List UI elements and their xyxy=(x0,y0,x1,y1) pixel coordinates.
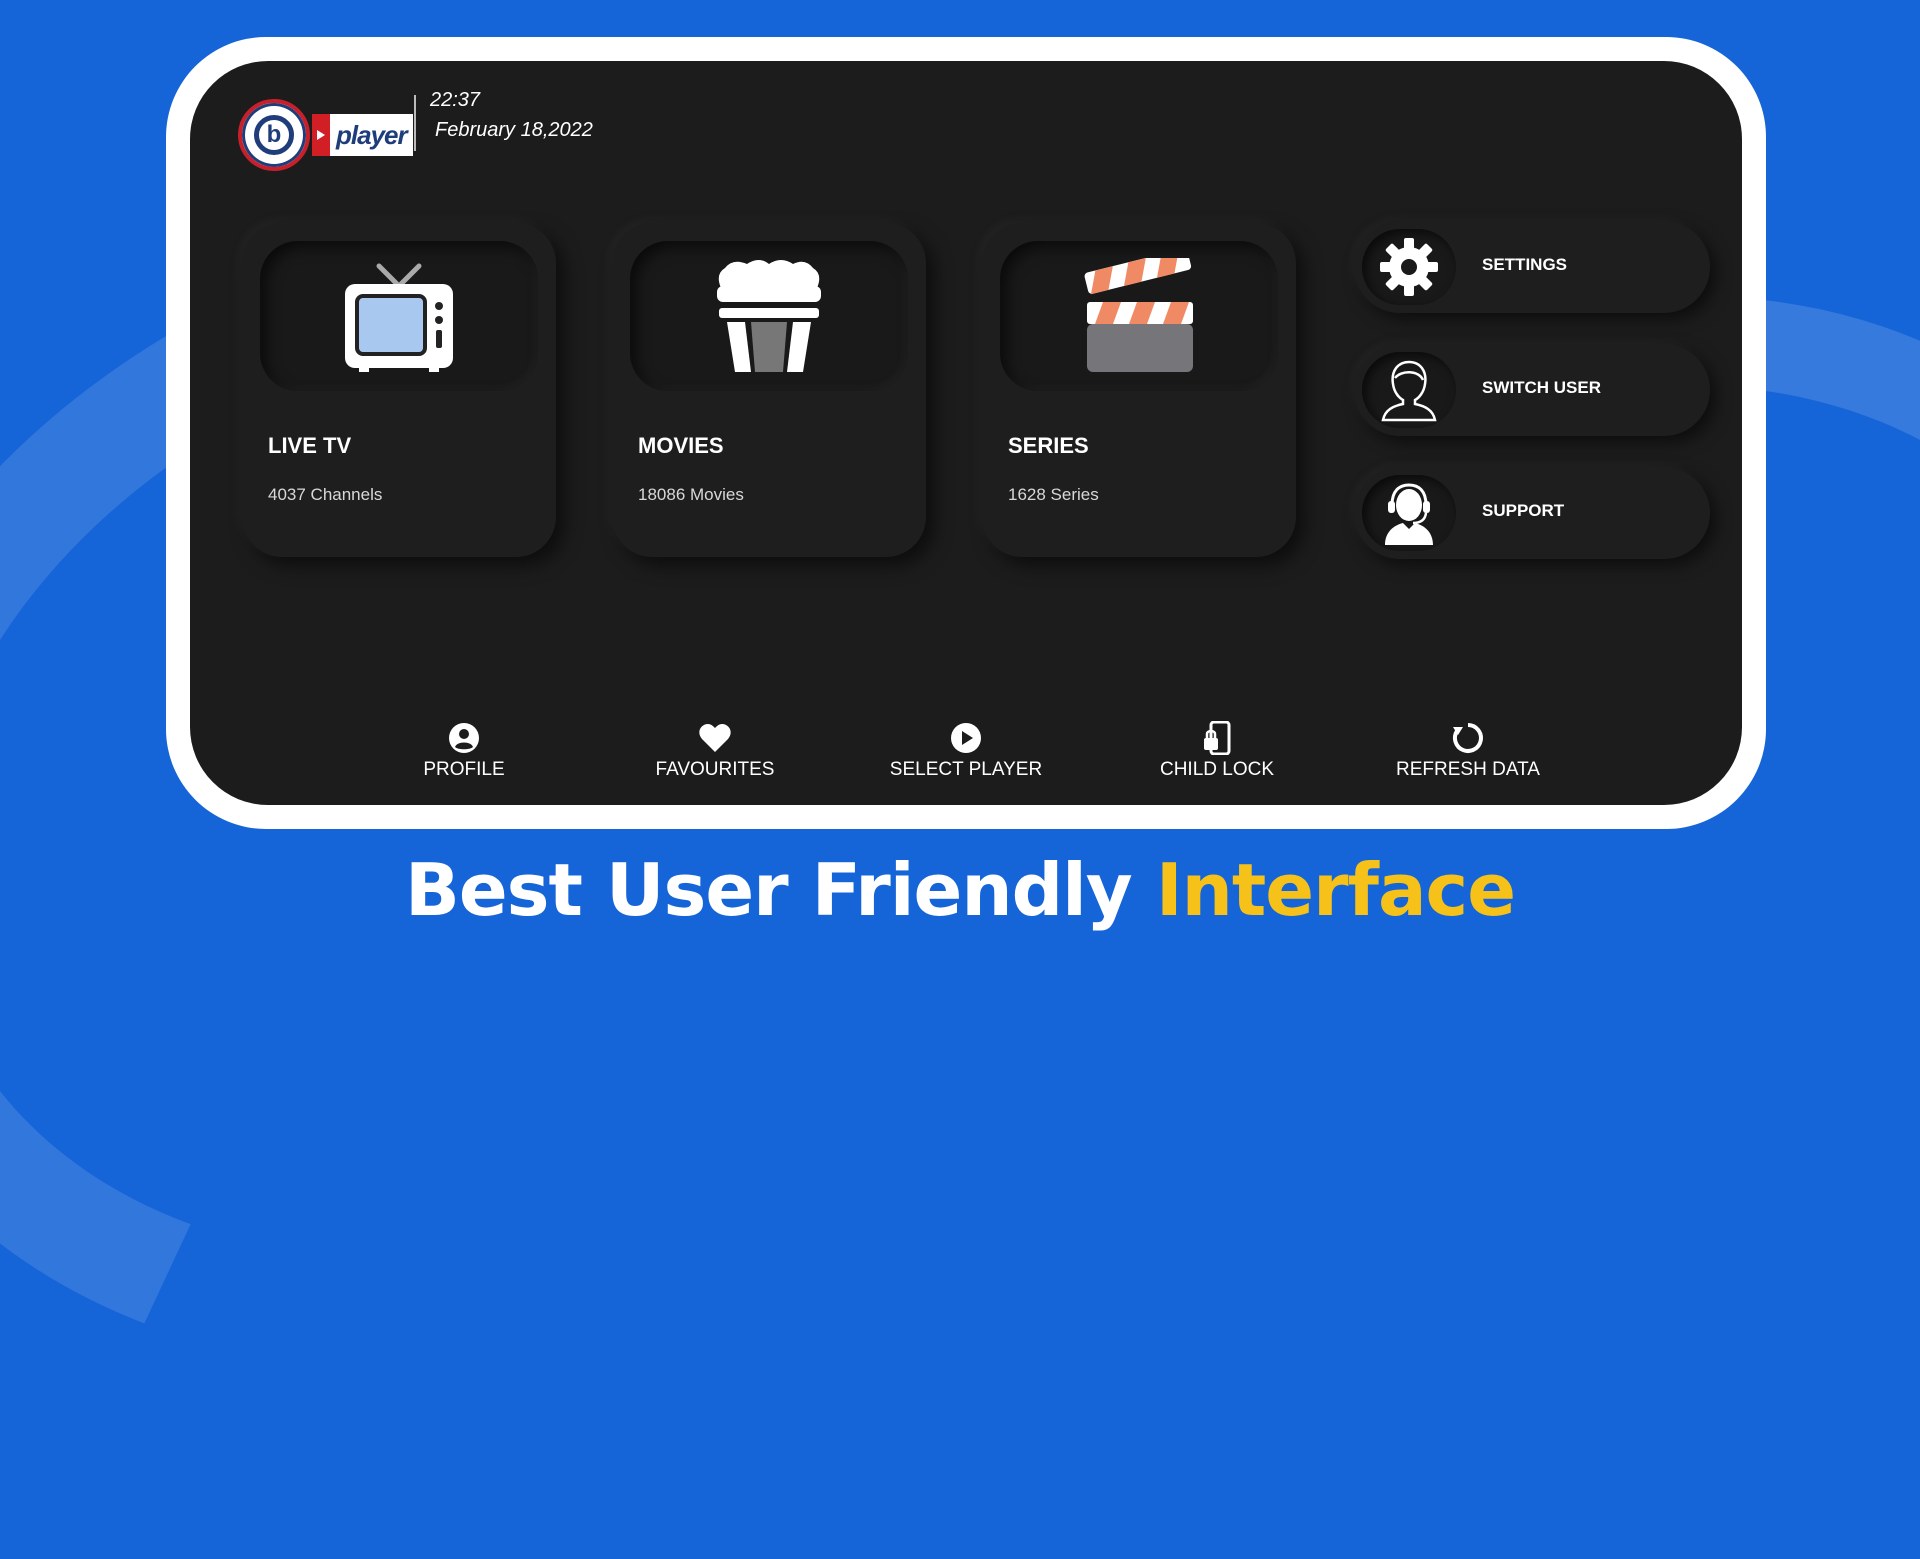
child-lock-button[interactable]: CHILD LOCK xyxy=(1127,721,1307,781)
favourites-label: FAVOURITES xyxy=(655,759,775,780)
clock-time: 22:37 xyxy=(430,89,481,111)
app-screen: b player 22:37 February 18,2022 LIVE TV … xyxy=(190,61,1742,805)
profile-icon xyxy=(449,723,479,753)
select-player-label: SELECT PLAYER xyxy=(889,759,1043,780)
popcorn-icon xyxy=(717,260,821,372)
bottom-bar: PROFILE FAVOURITES SELECT PLAYER CHILD L… xyxy=(190,701,1742,805)
profile-button[interactable]: PROFILE xyxy=(374,721,554,781)
live-tv-card[interactable]: LIVE TV 4037 Channels xyxy=(242,223,556,557)
logo-emblem: b xyxy=(238,99,310,171)
header-divider xyxy=(414,95,416,151)
card-subtitle: 4037 Channels xyxy=(268,485,383,504)
logo-text: player xyxy=(330,114,413,156)
headline-accent: Interface xyxy=(1155,848,1516,932)
child-lock-label: CHILD LOCK xyxy=(1159,759,1275,780)
headline-main: Best User Friendly xyxy=(404,848,1156,932)
card-subtitle: 18086 Movies xyxy=(638,485,744,504)
card-title: SERIES xyxy=(1008,433,1089,458)
side-icon-well xyxy=(1362,352,1456,428)
refresh-data-label: REFRESH DATA xyxy=(1396,759,1540,780)
app-logo: b player xyxy=(238,99,413,171)
play-circle-icon xyxy=(951,723,981,753)
user-icon xyxy=(1381,360,1437,422)
clock-date: February 18,2022 xyxy=(435,119,593,141)
settings-button[interactable]: SETTINGS xyxy=(1354,221,1710,313)
side-icon-well xyxy=(1362,229,1456,305)
tv-icon xyxy=(345,263,453,372)
movies-card[interactable]: MOVIES 18086 Movies xyxy=(612,223,926,557)
card-icon-well xyxy=(630,241,908,391)
logo-letter: b xyxy=(266,121,282,148)
logo-play-icon xyxy=(312,114,330,156)
select-player-button[interactable]: SELECT PLAYER xyxy=(876,721,1056,781)
card-title: LIVE TV xyxy=(268,433,352,458)
card-title: MOVIES xyxy=(638,433,724,458)
gear-icon xyxy=(1380,238,1438,296)
device-frame: b player 22:37 February 18,2022 LIVE TV … xyxy=(166,37,1766,829)
refresh-data-button[interactable]: REFRESH DATA xyxy=(1378,721,1558,781)
phone-lock-icon xyxy=(1204,721,1231,755)
profile-label: PROFILE xyxy=(423,759,505,780)
series-card[interactable]: SERIES 1628 Series xyxy=(982,223,1296,557)
clapperboard-icon xyxy=(1084,258,1193,372)
card-icon-well xyxy=(260,241,538,391)
support-button[interactable]: SUPPORT xyxy=(1354,467,1710,559)
promo-headline: Best User Friendly Interface xyxy=(0,848,1920,932)
heart-icon xyxy=(699,724,731,752)
support-label: SUPPORT xyxy=(1482,501,1565,520)
refresh-icon xyxy=(1453,723,1483,753)
switch-user-button[interactable]: SWITCH USER xyxy=(1354,344,1710,436)
card-subtitle: 1628 Series xyxy=(1008,485,1099,504)
settings-label: SETTINGS xyxy=(1482,255,1568,274)
card-icon-well xyxy=(1000,241,1278,391)
headset-icon xyxy=(1385,483,1433,545)
favourites-button[interactable]: FAVOURITES xyxy=(625,721,805,781)
side-icon-well xyxy=(1362,475,1456,551)
switch-user-label: SWITCH USER xyxy=(1482,378,1601,397)
